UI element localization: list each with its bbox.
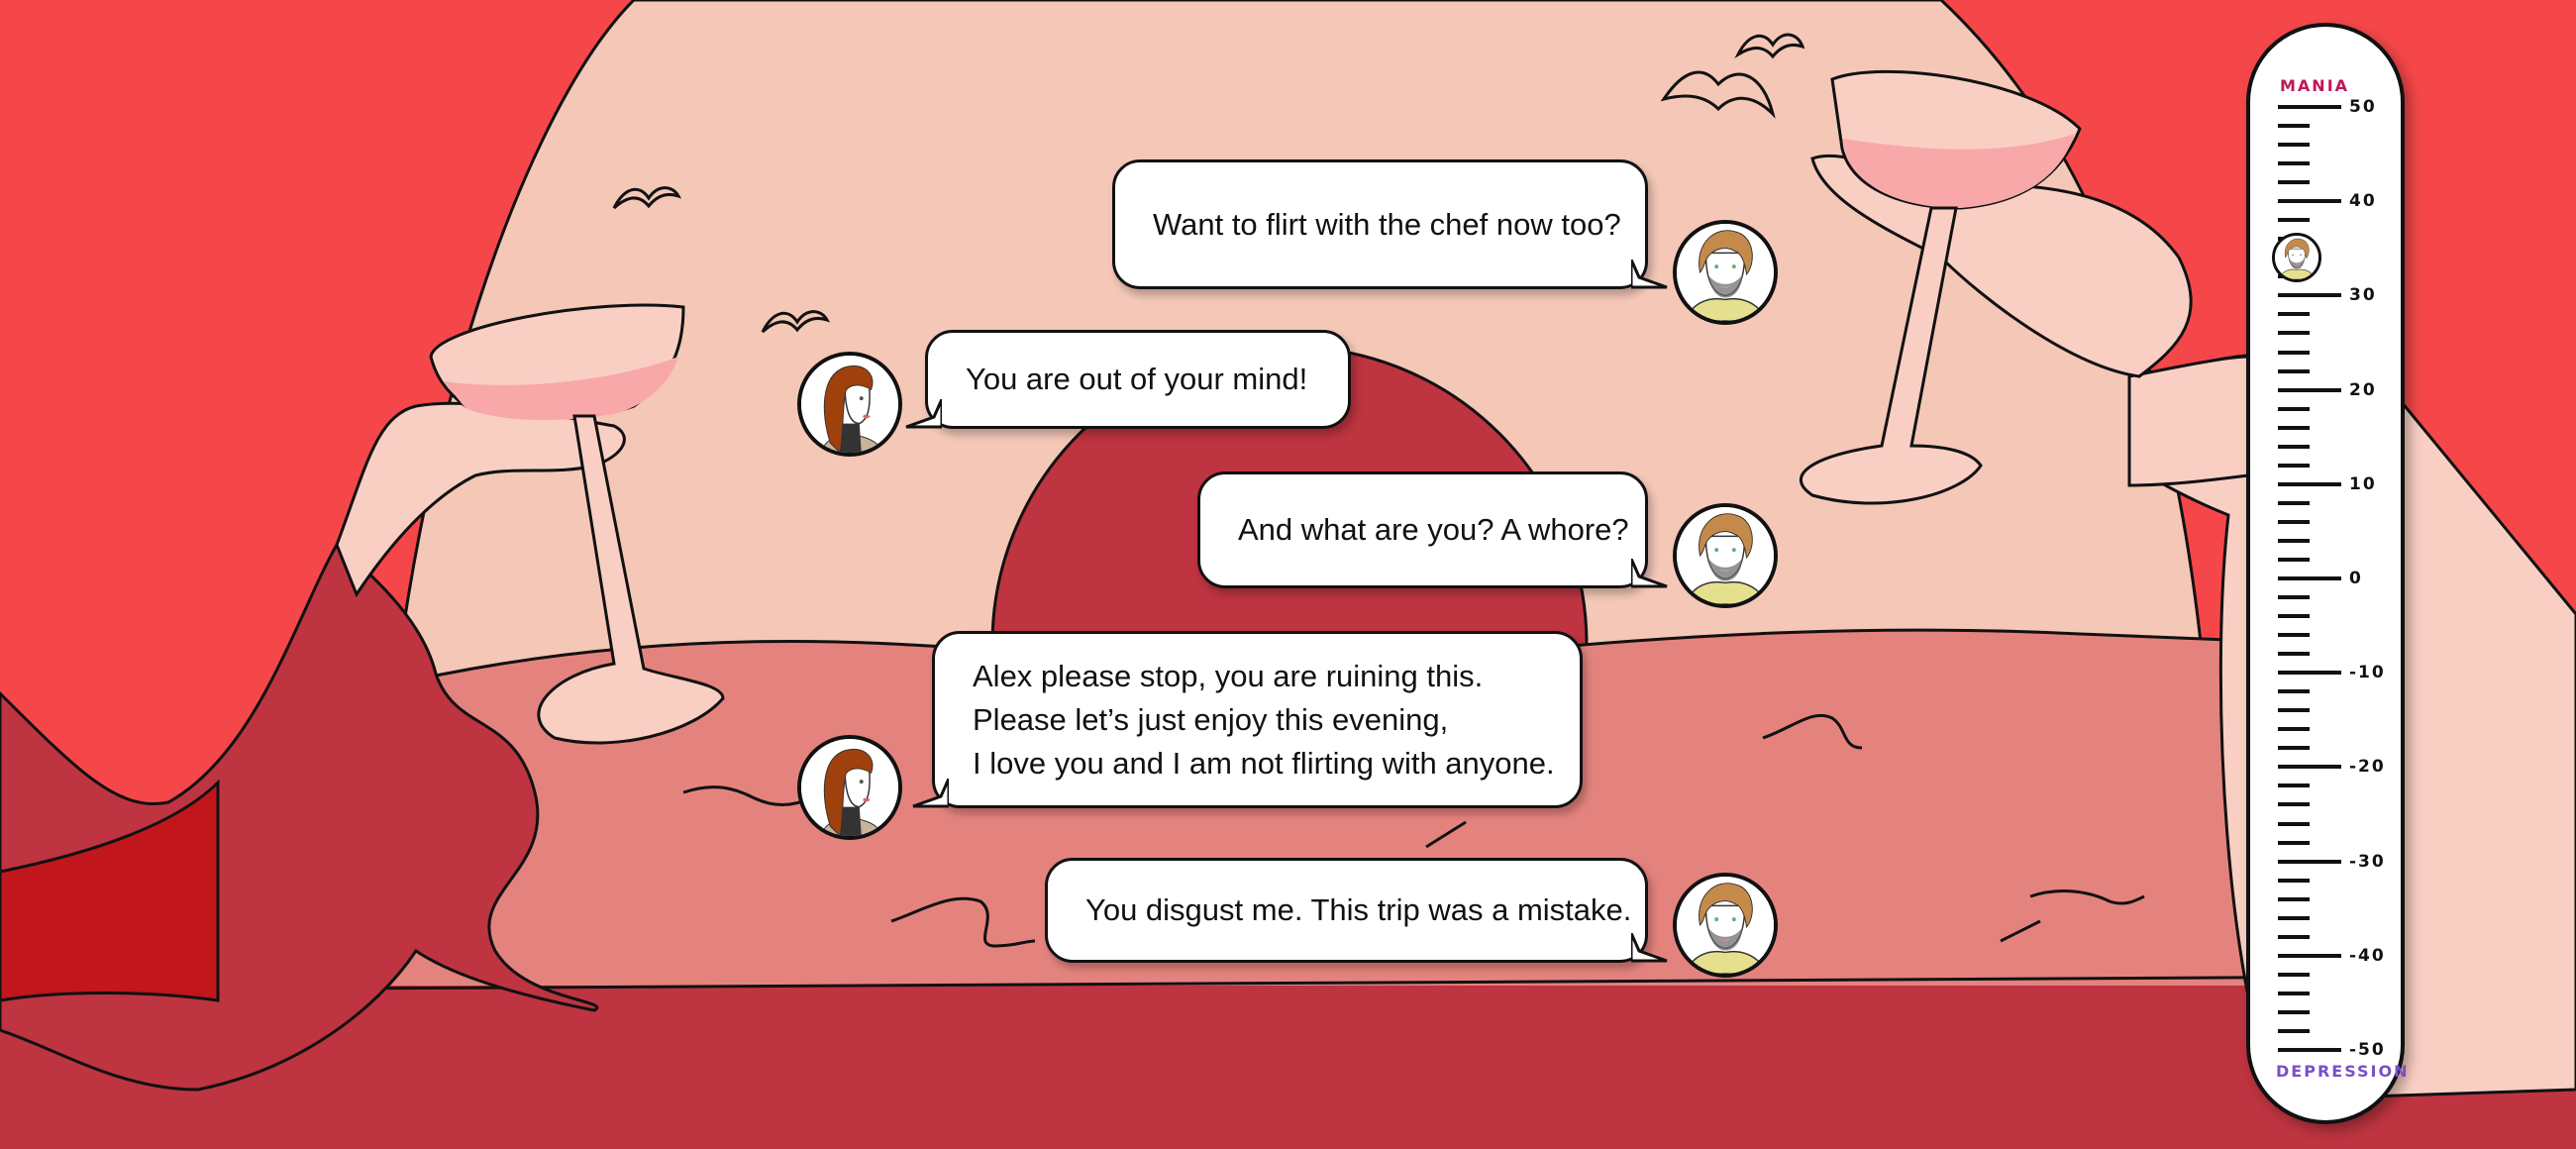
minor-tick xyxy=(2278,161,2310,166)
minor-tick xyxy=(2278,312,2310,317)
minor-tick xyxy=(2278,519,2310,524)
tick-label: 50 xyxy=(2349,97,2377,117)
minor-tick xyxy=(2278,463,2310,468)
depression-label: DEPRESSION xyxy=(2276,1062,2410,1081)
major-tick xyxy=(2278,199,2341,204)
minor-tick xyxy=(2278,689,2310,694)
message-text: Alex please stop, you are ruining this. xyxy=(973,658,1484,693)
message-bubble: You are out of your mind! xyxy=(905,330,1351,429)
male-avatar-icon xyxy=(1673,503,1778,608)
minor-tick xyxy=(2278,972,2310,977)
major-tick xyxy=(2278,859,2341,864)
bubble-tail-icon xyxy=(905,399,942,429)
major-tick xyxy=(2278,576,2341,580)
minor-tick xyxy=(2278,425,2310,430)
tick-label: -20 xyxy=(2349,757,2386,778)
bubble-tail-icon xyxy=(1631,559,1668,588)
minor-tick xyxy=(2278,746,2310,751)
mood-meter: MANIA 50 40 30 20 10 0 -10 -20 -30 -40 -50 DEPRESS… xyxy=(2246,23,2407,1124)
tick-label: 10 xyxy=(2349,473,2377,494)
major-tick xyxy=(2278,105,2341,109)
bubble-tail-icon xyxy=(912,779,949,808)
male-avatar-icon xyxy=(1673,873,1778,978)
minor-tick xyxy=(2278,143,2310,148)
minor-tick xyxy=(2278,180,2310,185)
major-tick xyxy=(2278,387,2341,392)
minor-tick xyxy=(2278,557,2310,562)
major-tick xyxy=(2278,671,2341,676)
major-tick xyxy=(2278,293,2341,298)
message-bubble: Alex please stop, you are ruining this. … xyxy=(912,631,1583,808)
minor-tick xyxy=(2278,727,2310,732)
tick-label: 0 xyxy=(2349,569,2363,588)
minor-tick xyxy=(2278,218,2310,223)
female-avatar-icon xyxy=(797,735,902,840)
tick-label: 20 xyxy=(2349,379,2377,400)
minor-tick xyxy=(2278,934,2310,939)
mania-label: MANIA xyxy=(2280,76,2350,95)
tick-label: 40 xyxy=(2349,191,2377,212)
minor-tick xyxy=(2278,406,2310,411)
male-avatar-icon xyxy=(1673,220,1778,325)
minor-tick xyxy=(2278,500,2310,505)
major-tick xyxy=(2278,953,2341,958)
minor-tick xyxy=(2278,331,2310,336)
tick-label: -40 xyxy=(2349,945,2386,966)
bubble-tail-icon xyxy=(1631,260,1668,289)
message-bubble: And what are you? A whore? xyxy=(1197,471,1668,588)
minor-tick xyxy=(2278,840,2310,845)
minor-tick xyxy=(2278,614,2310,619)
minor-tick xyxy=(2278,878,2310,883)
minor-tick xyxy=(2278,896,2310,901)
minor-tick xyxy=(2278,444,2310,449)
minor-tick xyxy=(2278,991,2310,995)
minor-tick xyxy=(2278,821,2310,826)
minor-tick xyxy=(2278,538,2310,543)
minor-tick xyxy=(2278,368,2310,373)
minor-tick xyxy=(2278,708,2310,713)
minor-tick xyxy=(2278,124,2310,129)
tick-label: -30 xyxy=(2349,851,2386,872)
major-tick xyxy=(2278,765,2341,770)
minor-tick xyxy=(2278,802,2310,807)
mood-marker-male-avatar-icon xyxy=(2272,233,2321,283)
message-text: You disgust me. This trip was a mistake. xyxy=(1085,892,1632,927)
minor-tick xyxy=(2278,652,2310,657)
major-tick xyxy=(2278,481,2341,486)
female-avatar-icon xyxy=(797,352,902,457)
minor-tick xyxy=(2278,595,2310,600)
minor-tick xyxy=(2278,1009,2310,1014)
bubble-tail-icon xyxy=(1631,933,1668,963)
minor-tick xyxy=(2278,1028,2310,1033)
tick-label: -10 xyxy=(2349,663,2386,683)
major-tick xyxy=(2278,1048,2341,1052)
message-text: Please let’s just enjoy this evening, xyxy=(973,701,1449,737)
message-text: Want to flirt with the chef now too? xyxy=(1153,206,1621,242)
message-bubble: You disgust me. This trip was a mistake. xyxy=(1045,858,1668,963)
tick-label: 30 xyxy=(2349,285,2377,306)
minor-tick xyxy=(2278,783,2310,788)
minor-tick xyxy=(2278,350,2310,355)
message-text: I love you and I am not flirting with an… xyxy=(973,745,1555,781)
table xyxy=(0,986,2576,1149)
minor-tick xyxy=(2278,633,2310,638)
message-bubble: Want to flirt with the chef now too? xyxy=(1112,159,1668,289)
message-text: And what are you? A whore? xyxy=(1238,512,1629,547)
message-text: You are out of your mind! xyxy=(966,362,1308,396)
tick-label: -50 xyxy=(2349,1040,2386,1060)
minor-tick xyxy=(2278,915,2310,920)
